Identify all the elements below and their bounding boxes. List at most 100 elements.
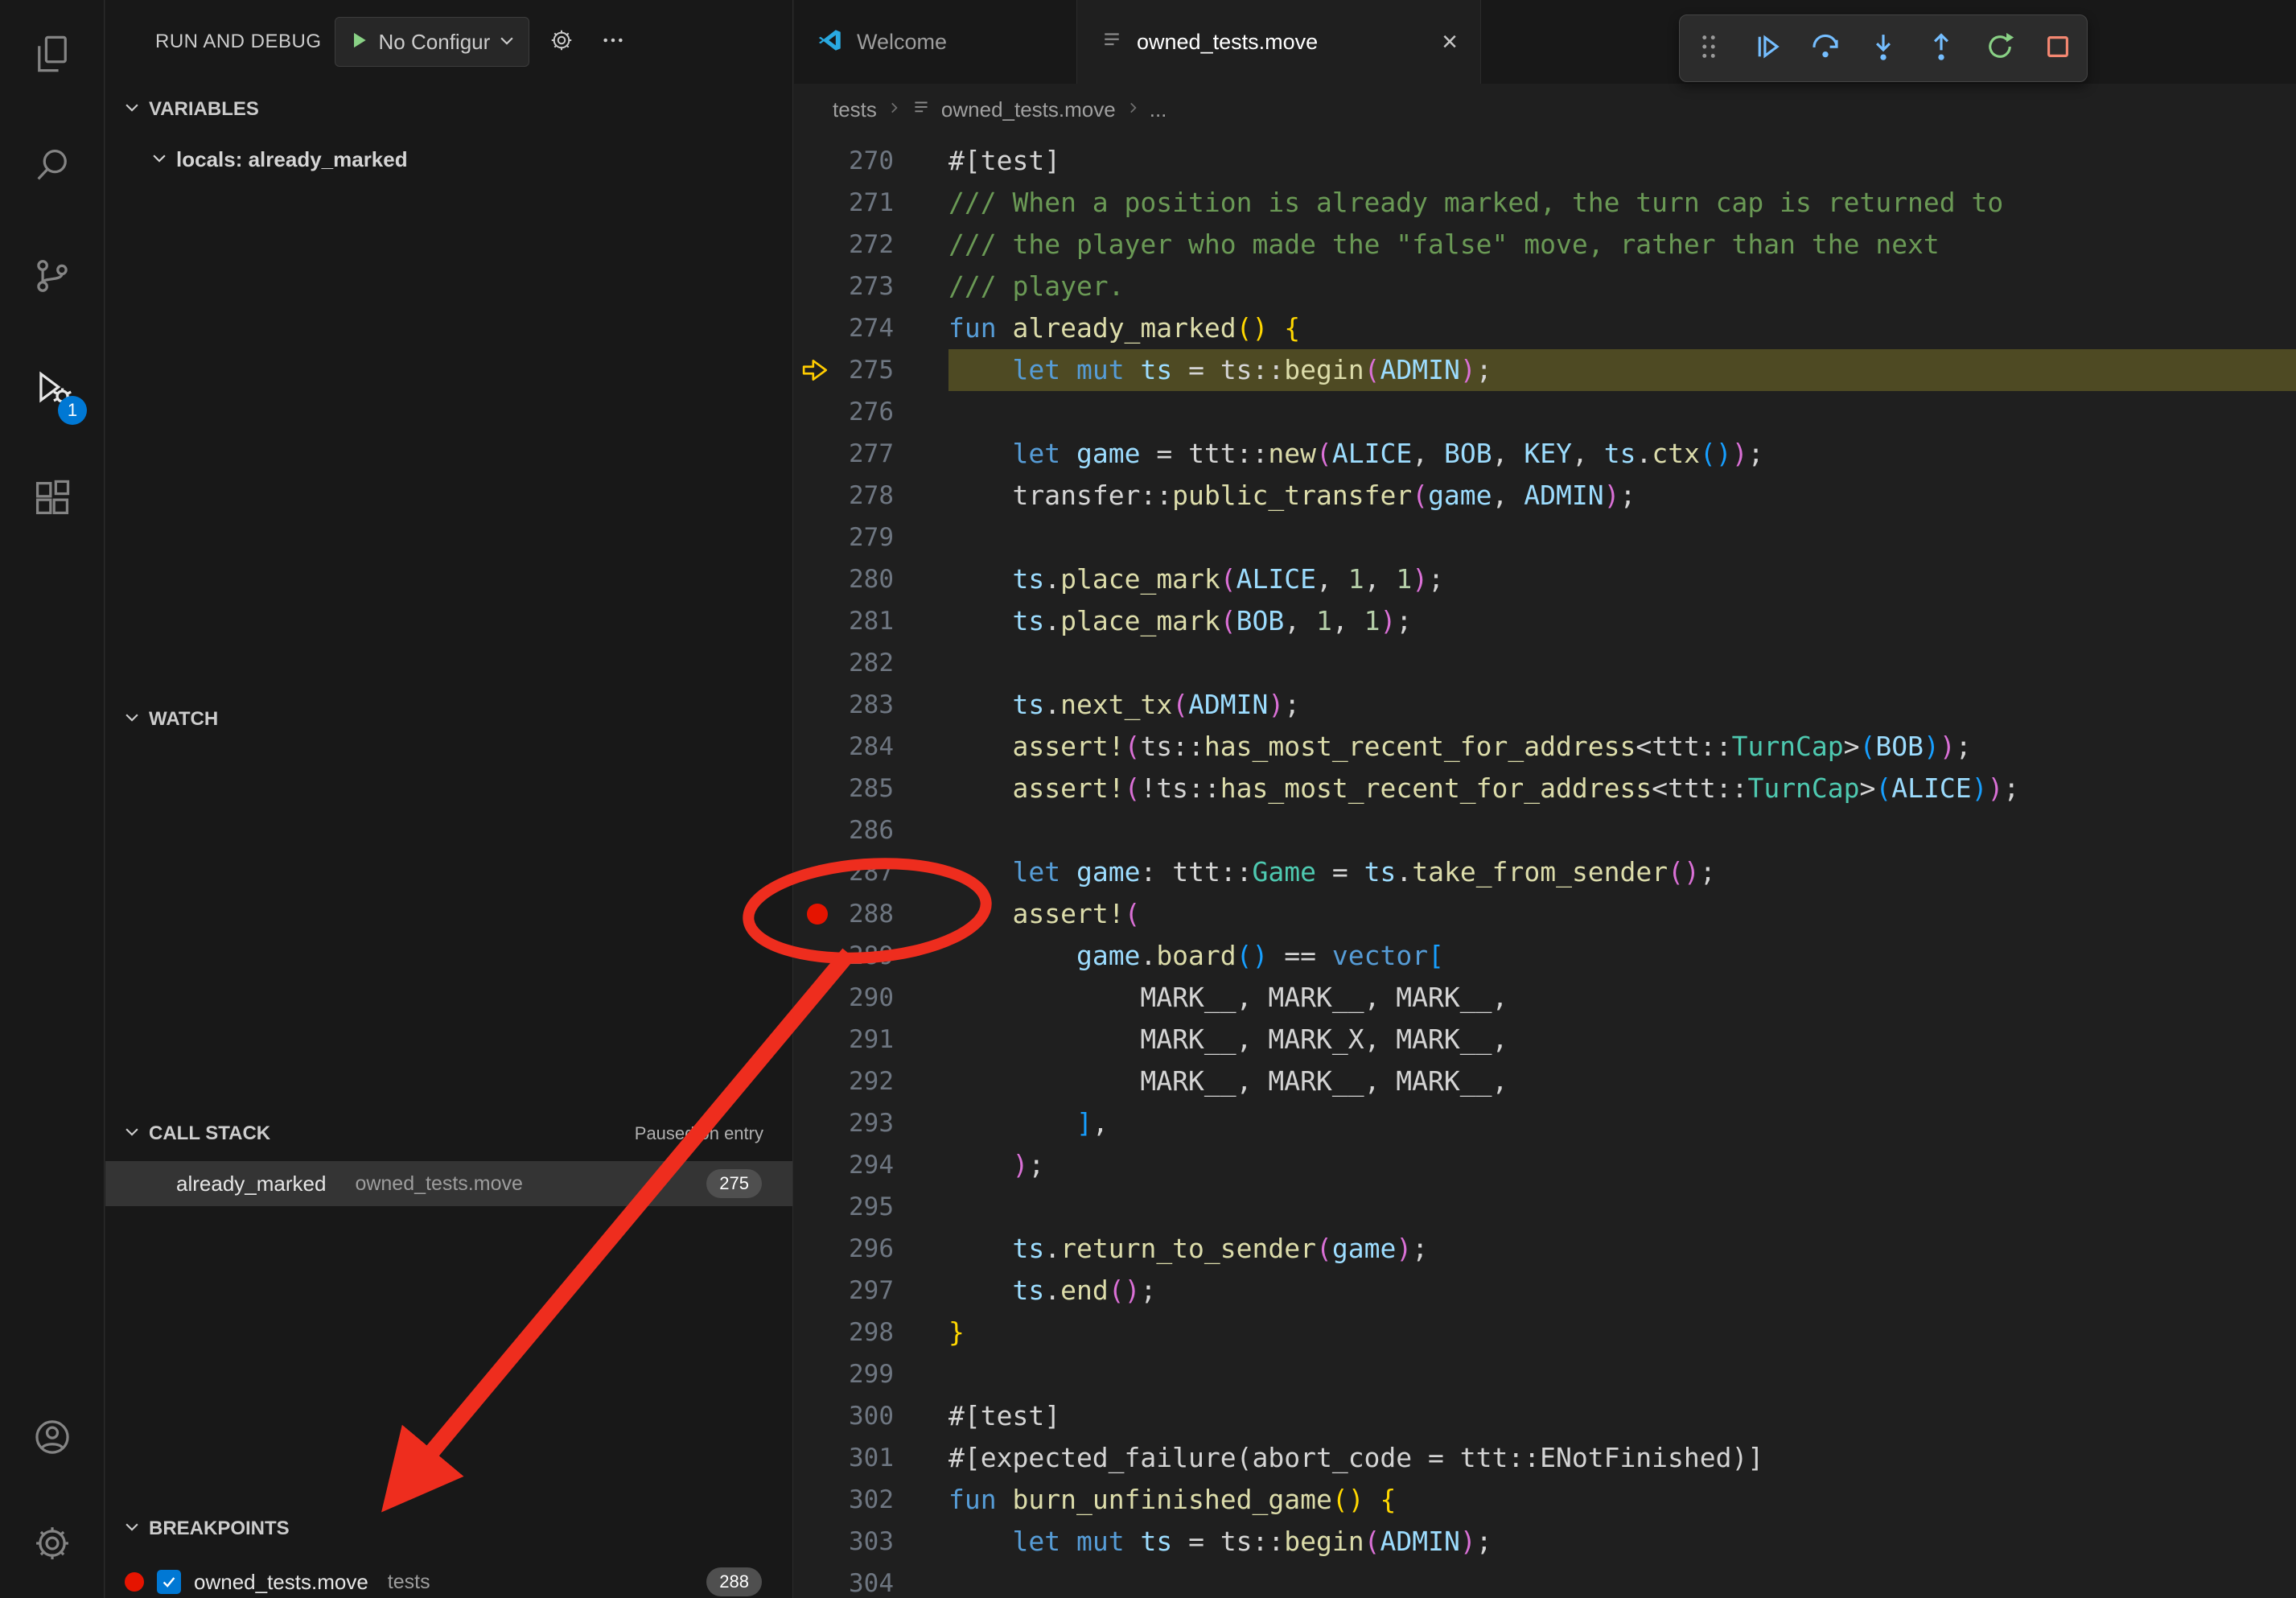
gutter[interactable]: 274	[794, 307, 948, 349]
gutter[interactable]: 302	[794, 1479, 948, 1521]
breakpoint-list-item[interactable]: owned_tests.move tests 288	[105, 1559, 792, 1598]
breadcrumb-file[interactable]: owned_tests.move	[941, 97, 1116, 122]
code-text[interactable]: let mut ts = ts::begin(ADMIN);	[948, 1521, 2296, 1563]
code-text[interactable]	[948, 391, 2296, 433]
code-text[interactable]: fun burn_unfinished_game() {	[948, 1479, 2296, 1521]
gutter[interactable]: 276	[794, 391, 948, 433]
breakpoint-checkbox[interactable]	[157, 1570, 181, 1594]
tab-owned-tests[interactable]: owned_tests.move ×	[1077, 0, 1481, 84]
code-text[interactable]: #[test]	[948, 1395, 2296, 1437]
step-over-button[interactable]	[1799, 22, 1852, 75]
code-text[interactable]: /// player.	[948, 266, 2296, 307]
stop-button[interactable]	[2031, 22, 2084, 75]
code-text[interactable]: MARK__, MARK__, MARK__,	[948, 1061, 2296, 1102]
activity-source-control[interactable]	[0, 222, 105, 333]
gutter[interactable]: 294	[794, 1144, 948, 1186]
gutter[interactable]: 281	[794, 600, 948, 642]
code-text[interactable]: #[test]	[948, 140, 2296, 182]
variables-locals-scope[interactable]: locals: already_marked	[105, 135, 792, 183]
activity-account[interactable]	[0, 1386, 105, 1492]
code-text[interactable]: let game: ttt::Game = ts.take_from_sende…	[948, 851, 2296, 893]
code-text[interactable]: ts.place_mark(ALICE, 1, 1);	[948, 558, 2296, 600]
code-editor[interactable]: 270#[test]271/// When a position is alre…	[794, 135, 2296, 1598]
gutter[interactable]: 279	[794, 517, 948, 558]
code-text[interactable]: ],	[948, 1102, 2296, 1144]
gutter[interactable]: 278	[794, 475, 948, 517]
call-stack-frame[interactable]: already_marked owned_tests.move 275	[105, 1161, 792, 1206]
debug-settings-gear[interactable]	[542, 23, 581, 61]
gutter[interactable]: 300	[794, 1395, 948, 1437]
gutter[interactable]: 287	[794, 851, 948, 893]
breadcrumb-folder[interactable]: tests	[833, 97, 877, 122]
code-text[interactable]: transfer::public_transfer(game, ADMIN);	[948, 475, 2296, 517]
gutter[interactable]: 286	[794, 809, 948, 851]
step-out-button[interactable]	[1915, 22, 1968, 75]
gutter[interactable]: 285	[794, 768, 948, 809]
gutter[interactable]: 270	[794, 140, 948, 182]
gutter[interactable]: 291	[794, 1019, 948, 1061]
gutter[interactable]: 299	[794, 1353, 948, 1395]
gutter[interactable]: 292	[794, 1061, 948, 1102]
code-text[interactable]: ts.place_mark(BOB, 1, 1);	[948, 600, 2296, 642]
code-text[interactable]: assert!(	[948, 893, 2296, 935]
code-text[interactable]	[948, 1563, 2296, 1598]
section-breakpoints[interactable]: BREAKPOINTS	[105, 1503, 792, 1555]
toolbar-drag-handle[interactable]	[1682, 22, 1735, 75]
gutter[interactable]: 283	[794, 684, 948, 726]
launch-config-dropdown[interactable]: No Configur	[335, 17, 530, 67]
code-text[interactable]: ts.next_tx(ADMIN);	[948, 684, 2296, 726]
gutter[interactable]: 295	[794, 1186, 948, 1228]
activity-extensions[interactable]	[0, 444, 105, 555]
gutter[interactable]: 277	[794, 433, 948, 475]
gutter[interactable]: 303	[794, 1521, 948, 1563]
section-watch[interactable]: WATCH	[105, 694, 792, 745]
code-text[interactable]: #[expected_failure(abort_code = ttt::ENo…	[948, 1437, 2296, 1479]
code-text[interactable]: assert!(ts::has_most_recent_for_address<…	[948, 726, 2296, 768]
code-text[interactable]	[948, 809, 2296, 851]
code-text[interactable]: let game = ttt::new(ALICE, BOB, KEY, ts.…	[948, 433, 2296, 475]
code-text[interactable]: fun already_marked() {	[948, 307, 2296, 349]
activity-run-debug[interactable]: 1	[0, 333, 105, 444]
view-more-actions[interactable]	[594, 23, 632, 61]
continue-button[interactable]	[1740, 22, 1793, 75]
gutter[interactable]: 272	[794, 224, 948, 266]
tab-welcome[interactable]: Welcome	[794, 0, 1077, 84]
code-text[interactable]: assert!(!ts::has_most_recent_for_address…	[948, 768, 2296, 809]
code-text[interactable]	[948, 642, 2296, 684]
gutter[interactable]: 284	[794, 726, 948, 768]
code-text[interactable]: );	[948, 1144, 2296, 1186]
gutter[interactable]: 275	[794, 349, 948, 391]
code-text[interactable]	[948, 517, 2296, 558]
code-text[interactable]: MARK__, MARK_X, MARK__,	[948, 1019, 2296, 1061]
gutter[interactable]: 304	[794, 1563, 948, 1598]
code-text[interactable]: /// the player who made the "false" move…	[948, 224, 2296, 266]
gutter[interactable]: 271	[794, 182, 948, 224]
section-variables[interactable]: VARIABLES	[105, 84, 792, 135]
activity-explorer[interactable]	[0, 0, 105, 111]
gutter[interactable]: 301	[794, 1437, 948, 1479]
gutter[interactable]: 273	[794, 266, 948, 307]
code-text[interactable]	[948, 1353, 2296, 1395]
gutter[interactable]: 288	[794, 893, 948, 935]
section-call-stack[interactable]: CALL STACK Paused on entry	[105, 1108, 792, 1159]
code-text[interactable]: game.board() == vector[	[948, 935, 2296, 977]
breadcrumb-symbol[interactable]: ...	[1150, 97, 1167, 122]
code-text[interactable]	[948, 1186, 2296, 1228]
gutter[interactable]: 289	[794, 935, 948, 977]
step-into-button[interactable]	[1857, 22, 1910, 75]
gutter[interactable]: 293	[794, 1102, 948, 1144]
code-text[interactable]: MARK__, MARK__, MARK__,	[948, 977, 2296, 1019]
code-text[interactable]: }	[948, 1312, 2296, 1353]
restart-button[interactable]	[1973, 22, 2026, 75]
code-text[interactable]: let mut ts = ts::begin(ADMIN);	[948, 349, 2296, 391]
activity-settings[interactable]	[0, 1492, 105, 1598]
gutter[interactable]: 297	[794, 1270, 948, 1312]
gutter[interactable]: 282	[794, 642, 948, 684]
code-text[interactable]: /// When a position is already marked, t…	[948, 182, 2296, 224]
gutter[interactable]: 280	[794, 558, 948, 600]
gutter[interactable]: 290	[794, 977, 948, 1019]
code-text[interactable]: ts.return_to_sender(game);	[948, 1228, 2296, 1270]
gutter[interactable]: 298	[794, 1312, 948, 1353]
close-icon[interactable]: ×	[1442, 28, 1458, 56]
gutter[interactable]: 296	[794, 1228, 948, 1270]
